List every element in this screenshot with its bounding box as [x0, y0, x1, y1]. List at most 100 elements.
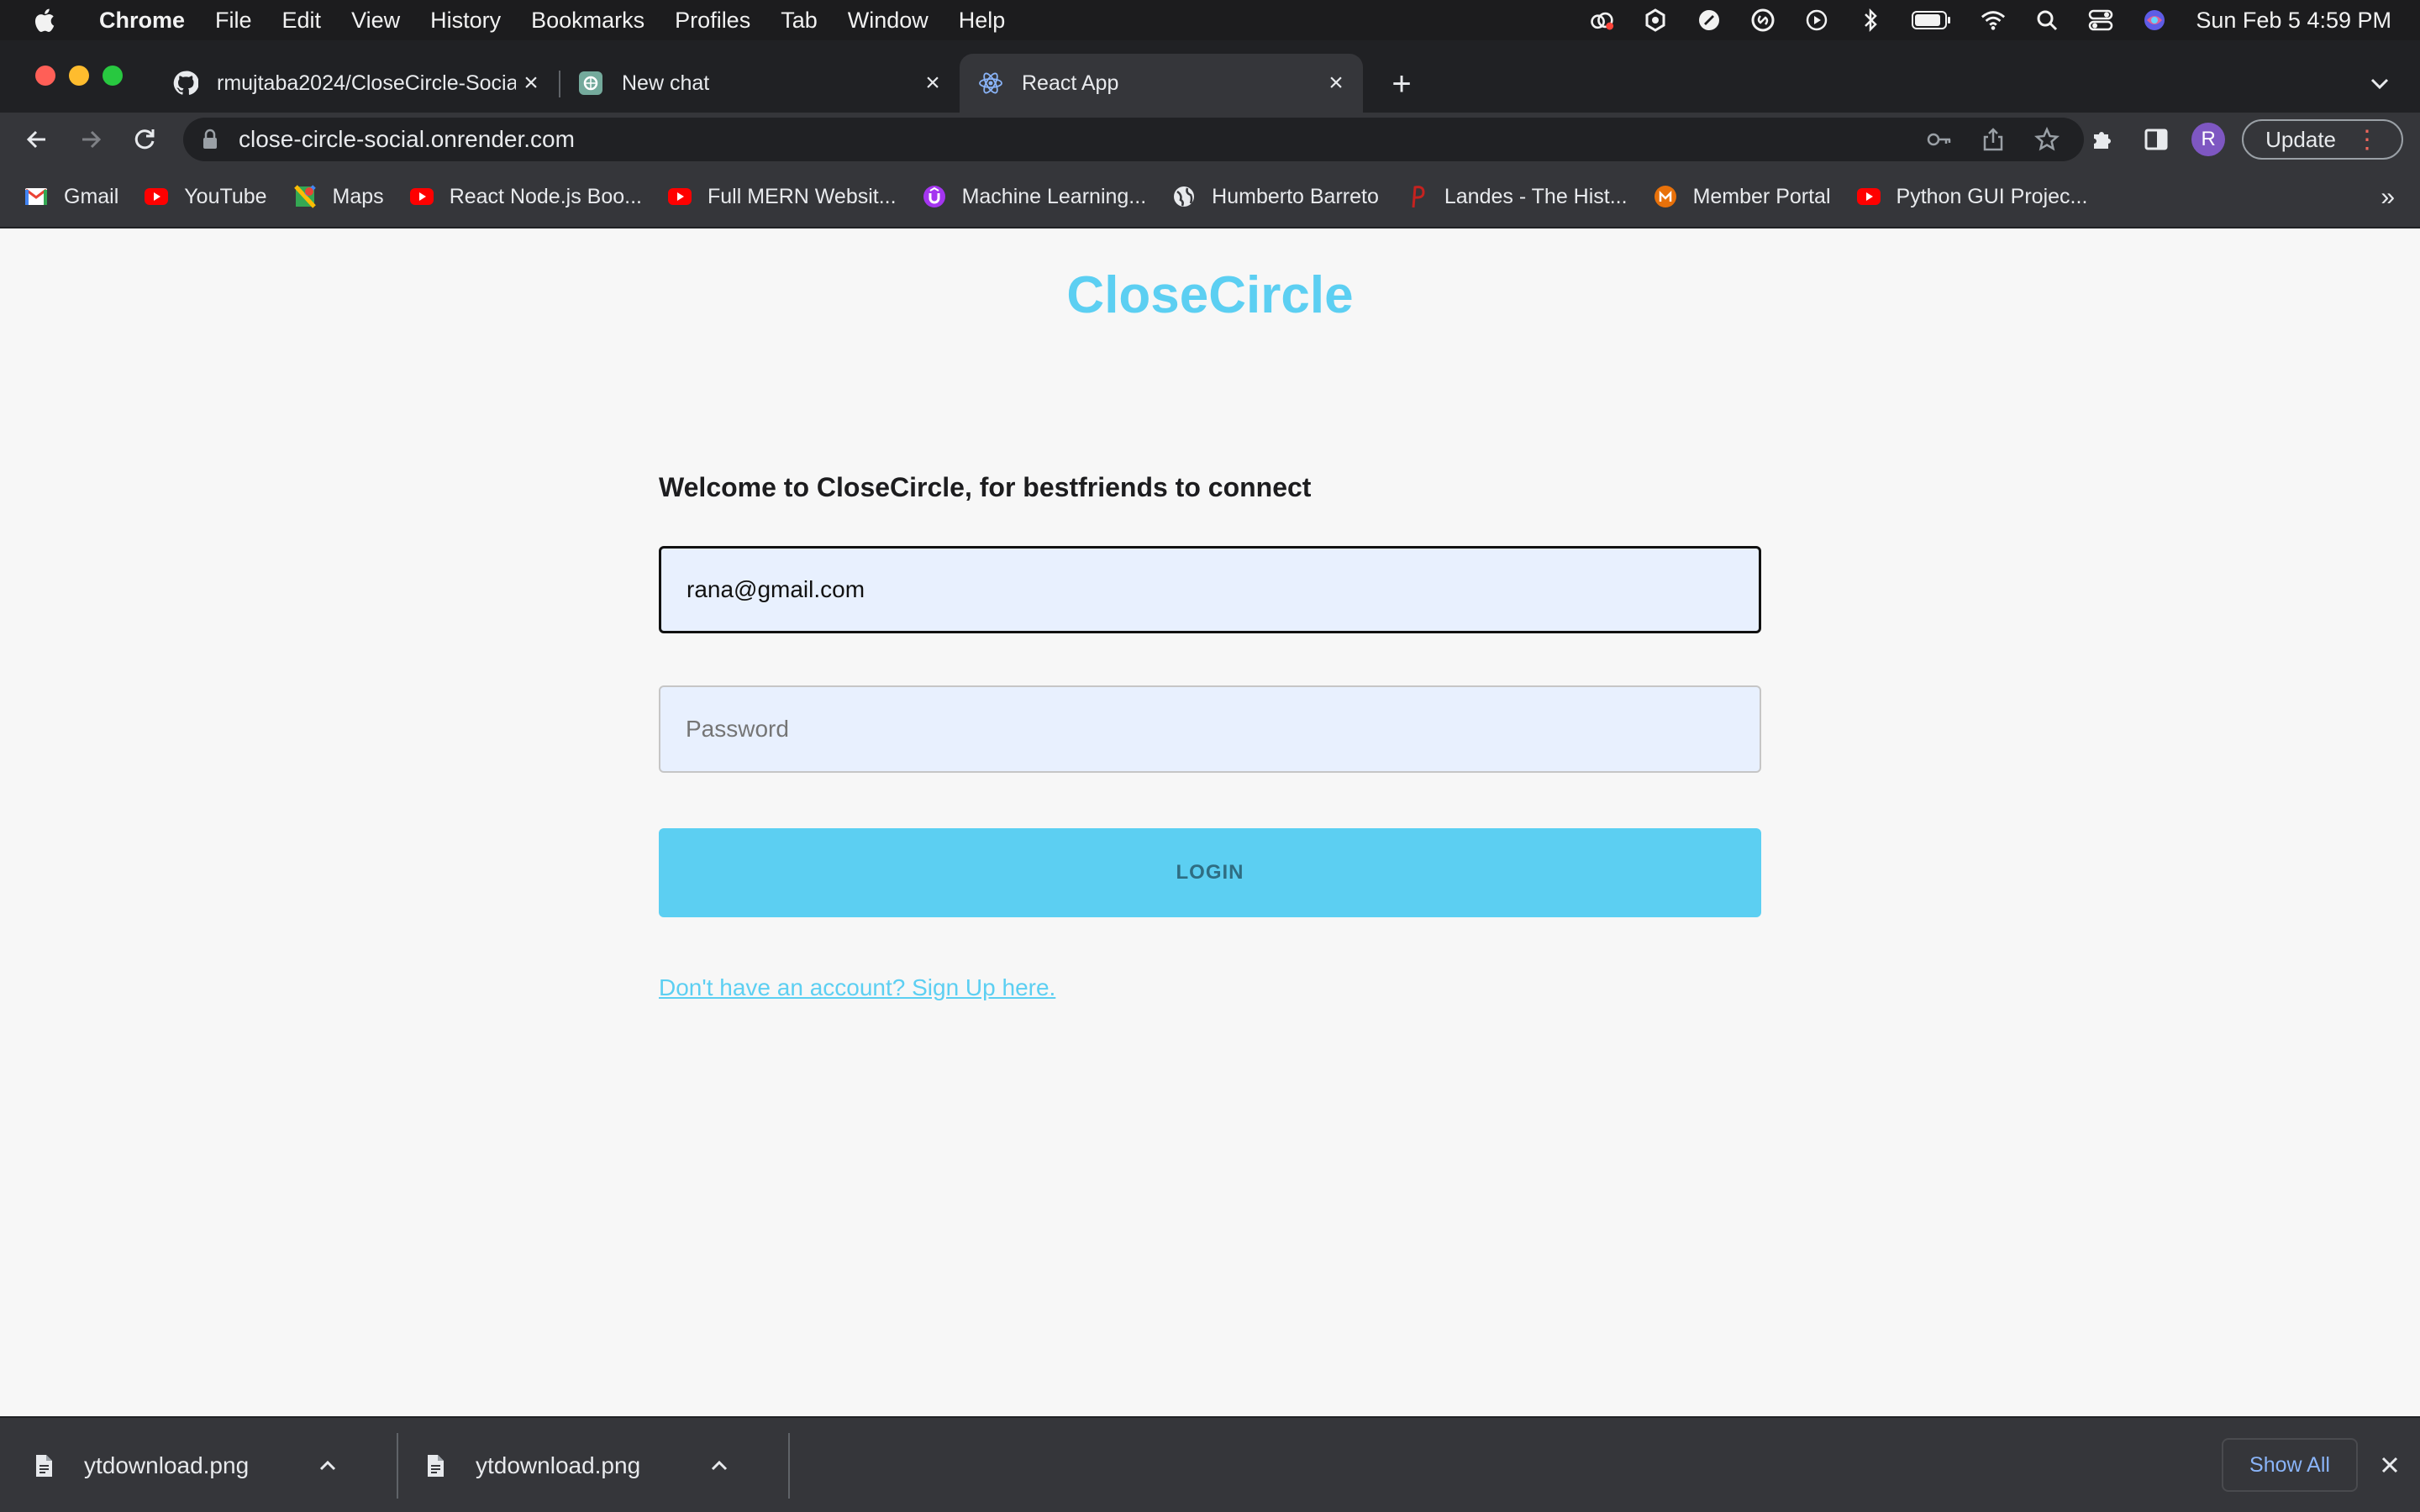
spotlight-icon[interactable] — [2034, 8, 2060, 33]
menu-profiles[interactable]: Profiles — [675, 8, 750, 34]
bookmark-label: Machine Learning... — [961, 184, 1147, 208]
bookmark-label: Full MERN Websit... — [707, 184, 897, 208]
bookmark-mern[interactable]: Full MERN Websit... — [667, 184, 897, 209]
download-shelf: ytdownload.png ytdownload.png Show All — [0, 1416, 2420, 1512]
bookmark-label: YouTube — [184, 184, 267, 208]
macos-menu-bar: Chrome File Edit View History Bookmarks … — [0, 0, 2420, 40]
bookmarks-overflow-icon[interactable]: » — [2381, 183, 2395, 212]
bookmark-python-gui[interactable]: Python GUI Projec... — [1856, 184, 2088, 209]
menu-tab[interactable]: Tab — [781, 8, 818, 34]
react-icon — [978, 71, 1003, 96]
bookmark-landes[interactable]: Landes - The Hist... — [1404, 184, 1628, 209]
bookmarks-bar: Gmail YouTube Maps React Node.js Boo... … — [0, 166, 2420, 228]
bookmark-youtube[interactable]: YouTube — [144, 184, 267, 209]
update-label: Update — [2265, 126, 2336, 152]
email-input[interactable] — [659, 546, 1761, 633]
lock-icon[interactable] — [202, 129, 227, 150]
bookmark-react-node[interactable]: React Node.js Boo... — [409, 184, 642, 209]
shazam-icon[interactable] — [1750, 8, 1776, 33]
url-text[interactable]: close-circle-social.onrender.com — [239, 126, 1923, 153]
creative-cloud-icon[interactable] — [1589, 8, 1614, 33]
menu-history[interactable]: History — [430, 8, 501, 34]
forward-arrow-icon[interactable] — [69, 118, 113, 161]
profile-avatar[interactable]: R — [2191, 123, 2226, 156]
bookmark-maps[interactable]: Maps — [292, 184, 384, 209]
tab-title: rmujtaba2024/CloseCircle-Social — [217, 71, 516, 95]
siri-icon[interactable] — [2142, 8, 2167, 33]
address-bar[interactable]: close-circle-social.onrender.com — [183, 118, 2084, 161]
close-icon[interactable] — [2373, 1448, 2407, 1482]
tab-search-chevron-icon[interactable] — [2365, 69, 2395, 99]
bookmark-star-icon[interactable] — [2030, 123, 2064, 156]
menu-app-name[interactable]: Chrome — [99, 8, 185, 34]
tab-title: React App — [1022, 71, 1119, 95]
tab-chatgpt[interactable]: New chat × — [560, 54, 960, 113]
globe-icon — [1171, 184, 1197, 209]
show-all-button[interactable]: Show All — [2222, 1438, 2358, 1492]
tab-title: New chat — [622, 71, 710, 95]
side-panel-icon[interactable] — [2138, 121, 2175, 158]
back-arrow-icon[interactable] — [15, 118, 59, 161]
login-button[interactable]: LOGIN — [659, 828, 1761, 917]
bluetooth-icon[interactable] — [1858, 8, 1883, 33]
bookmark-label: Landes - The Hist... — [1444, 184, 1628, 208]
window-minimize-button[interactable] — [69, 66, 89, 86]
menu-window[interactable]: Window — [848, 8, 929, 34]
bookmark-machine-learning[interactable]: Machine Learning... — [922, 184, 1147, 209]
welcome-heading: Welcome to CloseCircle, for bestfriends … — [659, 472, 1312, 502]
tab-close-icon[interactable]: × — [516, 68, 546, 98]
github-icon — [173, 71, 198, 96]
brand-logo: CloseCircle — [1066, 266, 1354, 324]
download-filename: ytdownload.png — [84, 1452, 250, 1478]
portal-icon — [1653, 184, 1678, 209]
menu-bookmarks[interactable]: Bookmarks — [531, 8, 644, 34]
tab-github[interactable]: rmujtaba2024/CloseCircle-Social × — [155, 54, 558, 113]
bookmark-member-portal[interactable]: Member Portal — [1653, 184, 1831, 209]
chevron-up-icon[interactable] — [311, 1460, 345, 1472]
bookmark-label: Member Portal — [1692, 184, 1831, 208]
bookmark-gmail[interactable]: Gmail — [24, 184, 118, 209]
file-icon — [425, 1453, 450, 1478]
window-close-button[interactable] — [35, 66, 55, 86]
chevron-up-icon[interactable] — [702, 1460, 736, 1472]
youtube-icon — [667, 184, 692, 209]
menu-edit[interactable]: Edit — [282, 8, 322, 34]
update-button[interactable]: Update ⋮ — [2242, 119, 2403, 160]
extensions-puzzle-icon[interactable] — [2084, 121, 2121, 158]
signup-link[interactable]: Don't have an account? Sign Up here. — [659, 974, 1055, 1001]
bookmark-label: Humberto Barreto — [1212, 184, 1379, 208]
download-filename: ytdownload.png — [476, 1452, 641, 1478]
reload-icon[interactable] — [123, 118, 166, 161]
tab-react-app[interactable]: React App × — [960, 54, 1363, 113]
tab-strip: rmujtaba2024/CloseCircle-Social × New ch… — [0, 40, 2420, 113]
maps-icon — [292, 184, 318, 209]
menu-file[interactable]: File — [215, 8, 252, 34]
tab-close-icon[interactable]: × — [1321, 68, 1351, 98]
apple-icon[interactable] — [32, 0, 74, 40]
more-vertical-icon[interactable]: ⋮ — [2354, 125, 2380, 155]
password-input[interactable] — [659, 685, 1761, 773]
share-icon[interactable] — [1976, 123, 2010, 156]
browser-toolbar: close-circle-social.onrender.com R Updat… — [0, 113, 2420, 166]
bookmark-humberto-barreto[interactable]: Humberto Barreto — [1171, 184, 1379, 209]
play-icon[interactable] — [1804, 8, 1829, 33]
file-icon — [34, 1453, 59, 1478]
key-icon[interactable] — [1923, 123, 1956, 156]
tab-close-icon[interactable]: × — [918, 68, 948, 98]
control-center-icon[interactable] — [2088, 8, 2113, 33]
wifi-icon[interactable] — [1981, 8, 2006, 33]
download-item[interactable]: ytdownload.png — [392, 1418, 736, 1512]
download-divider — [788, 1433, 790, 1499]
menu-help[interactable]: Help — [959, 8, 1006, 34]
battery-icon[interactable] — [1912, 8, 1952, 33]
menu-view[interactable]: View — [351, 8, 400, 34]
launcher-icon[interactable] — [1697, 8, 1722, 33]
bookmark-label: Python GUI Projec... — [1896, 184, 2088, 208]
download-item[interactable]: ytdownload.png — [0, 1418, 345, 1512]
cleanup-icon[interactable] — [1643, 8, 1668, 33]
new-tab-plus-icon[interactable]: + — [1385, 66, 1418, 102]
window-zoom-button[interactable] — [103, 66, 123, 86]
menubar-clock[interactable]: Sun Feb 5 4:59 PM — [2196, 8, 2391, 34]
youtube-icon — [409, 184, 434, 209]
udemy-icon — [922, 184, 947, 209]
